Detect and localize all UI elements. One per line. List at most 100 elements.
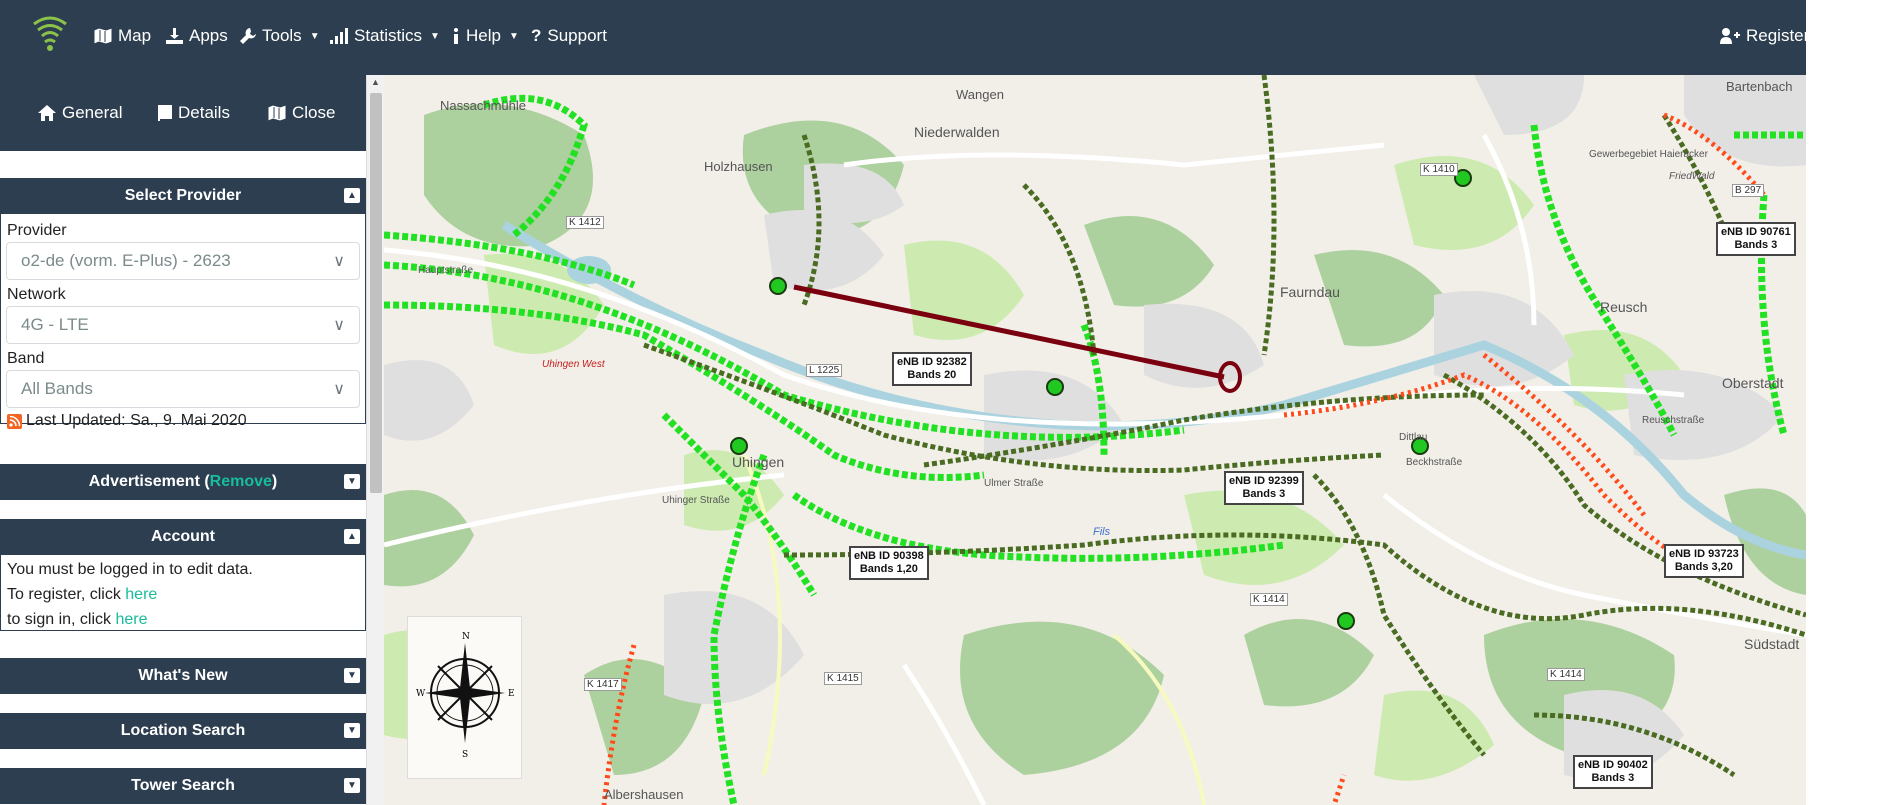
tab-details[interactable]: Details bbox=[158, 103, 230, 123]
tower-bands: Bands 3 bbox=[1591, 772, 1635, 784]
place-name: Wangen bbox=[956, 87, 1004, 102]
svg-text:S: S bbox=[462, 750, 468, 760]
nav-statistics-label: Statistics bbox=[354, 26, 423, 45]
expand-down-icon[interactable]: ▼ bbox=[344, 723, 360, 738]
signin-prefix: to sign in, click bbox=[7, 611, 116, 628]
scrollbar-thumb[interactable] bbox=[370, 93, 382, 493]
tower-marker bbox=[769, 277, 787, 295]
place-name: Dittlau bbox=[1399, 432, 1428, 443]
tower-label[interactable]: eNB ID 90398 Bands 1,20 bbox=[849, 546, 929, 580]
location-search-header[interactable]: Location Search ▼ bbox=[0, 713, 366, 749]
tower-bands: Bands 3 bbox=[1734, 239, 1778, 251]
chevron-down-icon: ∨ bbox=[333, 253, 345, 270]
tower-label[interactable]: eNB ID 92399 Bands 3 bbox=[1224, 471, 1304, 505]
street-label: Ulmer Straße bbox=[984, 478, 1044, 489]
road-label: B 297 bbox=[1732, 184, 1765, 197]
compass-rose-icon: N S W E bbox=[407, 616, 522, 779]
nav-support-link[interactable]: ? Support bbox=[531, 26, 607, 46]
tower-id: eNB ID 92382 bbox=[897, 356, 967, 368]
sidebar: General Details Close Select Provider ▲ … bbox=[0, 75, 366, 805]
nav-map-link[interactable]: Map bbox=[94, 26, 151, 46]
provider-select[interactable]: o2-de (vorm. E-Plus) - 2623 ∨ bbox=[6, 242, 360, 280]
coverage-map[interactable]: Wangen Niederwalden Nassachmühle Holzhau… bbox=[384, 75, 1806, 805]
tab-general-label: General bbox=[62, 103, 123, 122]
street-label: Uhinger Straße bbox=[662, 495, 730, 506]
network-select-value: 4G - LTE bbox=[21, 315, 89, 334]
expand-down-icon[interactable]: ▼ bbox=[344, 778, 360, 793]
info-icon bbox=[454, 28, 458, 44]
signal-wifi-icon[interactable] bbox=[30, 14, 70, 54]
caret-down-icon: ▼ bbox=[430, 30, 440, 42]
tower-search-header[interactable]: Tower Search ▼ bbox=[0, 768, 366, 804]
register-prefix: To register, click bbox=[7, 586, 126, 603]
nav-help-dropdown[interactable]: Help ▼ bbox=[452, 26, 519, 46]
street-label: Uhingen West bbox=[542, 359, 605, 370]
band-select[interactable]: All Bands ∨ bbox=[6, 370, 360, 408]
caret-down-icon: ▼ bbox=[508, 30, 519, 42]
tower-id: eNB ID 92399 bbox=[1229, 475, 1299, 487]
tower-id: eNB ID 90398 bbox=[854, 550, 924, 562]
tower-bands: Bands 3 bbox=[1242, 488, 1286, 500]
place-name: FriedWald bbox=[1669, 171, 1715, 182]
nav-apps-link[interactable]: Apps bbox=[166, 26, 228, 46]
select-provider-header[interactable]: Select Provider ▲ bbox=[0, 178, 366, 214]
nav-map-label: Map bbox=[118, 26, 152, 45]
tower-bands: Bands 1,20 bbox=[859, 563, 918, 575]
place-name: Südstadt bbox=[1744, 636, 1800, 652]
road-label: K 1415 bbox=[824, 672, 862, 685]
street-label: Beckhstraße bbox=[1406, 457, 1463, 468]
street-label: Fils bbox=[1093, 526, 1111, 538]
band-select-value: All Bands bbox=[21, 379, 93, 398]
svg-text:N: N bbox=[462, 632, 470, 642]
network-select[interactable]: 4G - LTE ∨ bbox=[6, 306, 360, 344]
wrench-icon bbox=[240, 28, 256, 44]
account-login-message: You must be logged in to edit data. bbox=[7, 561, 253, 578]
nav-statistics-dropdown[interactable]: Statistics ▼ bbox=[330, 26, 440, 46]
tab-close-label: Close bbox=[292, 103, 336, 122]
place-name: Niederwalden bbox=[914, 124, 1000, 140]
chevron-down-icon: ∨ bbox=[333, 381, 345, 398]
place-name: Gewerbegebiet Haieracker bbox=[1589, 149, 1708, 160]
nav-tools-dropdown[interactable]: Tools ▼ bbox=[240, 26, 320, 46]
whats-new-header[interactable]: What's New ▼ bbox=[0, 658, 366, 694]
collapse-up-icon[interactable]: ▲ bbox=[344, 529, 360, 544]
place-name: Bartenbach bbox=[1726, 79, 1793, 94]
sidebar-tabbar: General Details Close bbox=[0, 75, 366, 151]
register-link[interactable]: Register bbox=[1720, 26, 1809, 46]
account-title: Account bbox=[151, 528, 215, 545]
account-register-line: To register, click here bbox=[7, 582, 359, 607]
tower-marker bbox=[1046, 378, 1064, 396]
nav-help-label: Help bbox=[466, 26, 501, 45]
tower-label[interactable]: eNB ID 92382 Bands 20 bbox=[892, 352, 972, 386]
place-name: Oberstadt bbox=[1722, 375, 1784, 391]
last-updated-text: Last Updated: Sa., 9. Mai 2020 bbox=[26, 412, 247, 429]
place-name: Uhingen bbox=[732, 454, 785, 470]
place-name: Holzhausen bbox=[704, 159, 773, 174]
register-label: Register bbox=[1746, 26, 1810, 45]
collapse-up-icon[interactable]: ▲ bbox=[344, 188, 360, 203]
rss-icon[interactable] bbox=[7, 413, 22, 429]
expand-down-icon[interactable]: ▼ bbox=[344, 474, 360, 489]
sidebar-scrollbar[interactable]: ▲ bbox=[366, 75, 384, 805]
tab-close[interactable]: Close bbox=[268, 103, 335, 123]
street-label: Reuschstraße bbox=[1642, 415, 1705, 426]
remove-ads-link[interactable]: Remove bbox=[210, 473, 272, 490]
tab-general[interactable]: General bbox=[38, 103, 122, 123]
signin-here-link[interactable]: here bbox=[115, 611, 147, 628]
tower-label[interactable]: eNB ID 90402 Bands 3 bbox=[1573, 755, 1653, 789]
scroll-up-arrow-icon[interactable]: ▲ bbox=[371, 77, 380, 87]
account-body: You must be logged in to edit data. To r… bbox=[0, 555, 366, 631]
place-name: Faurndau bbox=[1280, 284, 1340, 300]
account-header[interactable]: Account ▲ bbox=[0, 519, 366, 555]
expand-down-icon[interactable]: ▼ bbox=[344, 668, 360, 683]
tower-id: eNB ID 93723 bbox=[1669, 548, 1739, 560]
advertisement-header[interactable]: Advertisement (Remove) ▼ bbox=[0, 464, 366, 500]
advertisement-title-prefix: Advertisement ( bbox=[88, 473, 210, 490]
register-here-link[interactable]: here bbox=[125, 586, 157, 603]
tower-label[interactable]: eNB ID 93723 Bands 3,20 bbox=[1664, 544, 1744, 578]
map-canvas[interactable] bbox=[384, 75, 1806, 805]
tab-details-label: Details bbox=[178, 103, 230, 122]
provider-select-value: o2-de (vorm. E-Plus) - 2623 bbox=[21, 251, 231, 270]
street-label: Hauptstraße bbox=[418, 265, 474, 276]
tower-label[interactable]: eNB ID 90761 Bands 3 bbox=[1716, 222, 1796, 256]
